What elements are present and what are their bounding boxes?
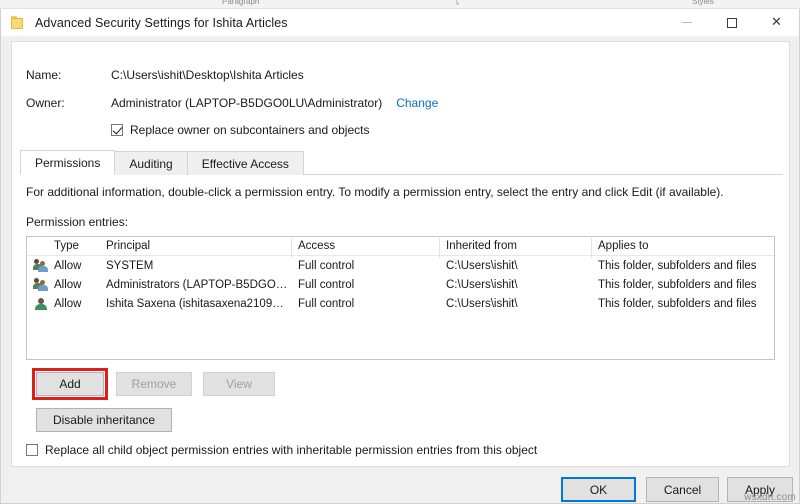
dialog-footer: OK Cancel Apply	[1, 468, 799, 503]
cell-type: Allow	[54, 298, 106, 310]
column-header-applies-to[interactable]: Applies to	[598, 240, 774, 252]
change-owner-link[interactable]: Change	[396, 96, 438, 110]
title-bar[interactable]: Advanced Security Settings for Ishita Ar…	[1, 9, 799, 36]
tab-auditing[interactable]: Auditing	[114, 151, 187, 175]
view-button: View	[203, 372, 275, 396]
tab-strip: Permissions Auditing Effective Access	[20, 150, 783, 175]
folder-icon	[10, 16, 25, 30]
owner-label: Owner:	[26, 96, 111, 110]
cell-access: Full control	[298, 279, 446, 291]
close-button[interactable]: ✕	[754, 9, 799, 36]
remove-button: Remove	[116, 372, 192, 396]
tab-effective-access[interactable]: Effective Access	[187, 151, 304, 175]
cell-inherited-from: C:\Users\ishit\	[446, 260, 598, 272]
maximize-button[interactable]	[709, 9, 754, 36]
permissions-description: For additional information, double-click…	[26, 185, 724, 199]
add-button[interactable]: Add	[36, 372, 104, 396]
cell-type: Allow	[54, 279, 106, 291]
background-ribbon-strip: Paragraph ⤵ Styles	[0, 0, 800, 9]
user-icon	[27, 297, 54, 310]
name-label: Name:	[26, 68, 111, 82]
list-header-row: Type Principal Access Inherited from App…	[27, 237, 774, 256]
name-value: C:\Users\ishit\Desktop\Ishita Articles	[111, 68, 304, 82]
replace-all-checkbox-box[interactable]	[26, 444, 38, 456]
table-row[interactable]: Allow SYSTEM Full control C:\Users\ishit…	[27, 256, 774, 275]
replace-owner-checkbox-box[interactable]	[111, 124, 123, 136]
table-row[interactable]: Allow Ishita Saxena (ishitasaxena2109… F…	[27, 294, 774, 313]
cell-inherited-from: C:\Users\ishit\	[446, 298, 598, 310]
column-header-access[interactable]: Access	[298, 240, 446, 252]
window-controls: ✕	[664, 9, 799, 36]
column-header-type[interactable]: Type	[54, 240, 106, 252]
watermark: wsxdn.com	[744, 492, 796, 503]
group-icon	[27, 259, 54, 272]
replace-all-checkbox-label: Replace all child object permission entr…	[45, 443, 537, 457]
cell-access: Full control	[298, 260, 446, 272]
minimize-button[interactable]	[664, 9, 709, 36]
replace-all-child-permissions-checkbox[interactable]: Replace all child object permission entr…	[26, 443, 537, 457]
cell-applies-to: This folder, subfolders and files	[598, 279, 774, 291]
tab-permissions-label: Permissions	[35, 156, 100, 170]
cell-principal: Administrators (LAPTOP-B5DGO…	[106, 279, 298, 291]
replace-owner-checkbox[interactable]: Replace owner on subcontainers and objec…	[111, 123, 369, 137]
tab-effective-access-label: Effective Access	[202, 157, 289, 171]
screen: Paragraph ⤵ Styles Advanced Security Set…	[0, 0, 800, 504]
permission-entries-list[interactable]: Type Principal Access Inherited from App…	[26, 236, 775, 360]
tab-auditing-label: Auditing	[129, 157, 172, 171]
ribbon-group-styles-label: Styles	[692, 0, 714, 6]
table-row[interactable]: Allow Administrators (LAPTOP-B5DGO… Full…	[27, 275, 774, 294]
owner-value: Administrator (LAPTOP-B5DGO0LU\Administr…	[111, 96, 382, 110]
cancel-button[interactable]: Cancel	[646, 477, 719, 502]
permission-entries-label: Permission entries:	[26, 215, 128, 229]
column-header-principal[interactable]: Principal	[106, 240, 298, 252]
ok-button[interactable]: OK	[561, 477, 636, 502]
ribbon-group-paragraph-label: Paragraph	[222, 0, 259, 6]
cell-access: Full control	[298, 298, 446, 310]
disable-inheritance-button[interactable]: Disable inheritance	[36, 408, 172, 432]
content-panel: Name: C:\Users\ishit\Desktop\Ishita Arti…	[11, 41, 790, 467]
cell-principal: Ishita Saxena (ishitasaxena2109…	[106, 298, 298, 310]
advanced-security-settings-dialog: Advanced Security Settings for Ishita Ar…	[0, 9, 800, 504]
tab-permissions[interactable]: Permissions	[20, 150, 115, 175]
replace-owner-checkbox-label: Replace owner on subcontainers and objec…	[130, 123, 369, 137]
ribbon-dialog-launcher-icon: ⤵	[452, 0, 459, 7]
cell-applies-to: This folder, subfolders and files	[598, 298, 774, 310]
cell-type: Allow	[54, 260, 106, 272]
group-icon	[27, 278, 54, 291]
window-title: Advanced Security Settings for Ishita Ar…	[35, 16, 288, 30]
cell-principal: SYSTEM	[106, 260, 298, 272]
owner-row: Owner: Administrator (LAPTOP-B5DGO0LU\Ad…	[26, 96, 438, 110]
name-row: Name: C:\Users\ishit\Desktop\Ishita Arti…	[26, 68, 304, 82]
close-icon: ✕	[771, 16, 782, 29]
column-header-inherited-from[interactable]: Inherited from	[446, 240, 598, 252]
cell-inherited-from: C:\Users\ishit\	[446, 279, 598, 291]
cell-applies-to: This folder, subfolders and files	[598, 260, 774, 272]
